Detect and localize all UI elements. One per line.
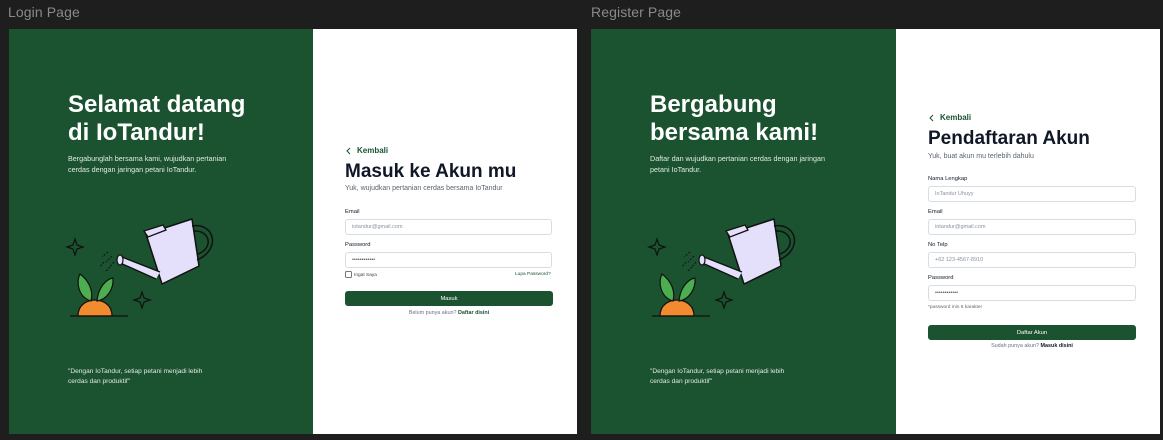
email-field[interactable]: iotandur@gmail.com: [345, 219, 552, 235]
remember-me-label: Ingat Saya: [354, 272, 377, 278]
name-label: Nama Lengkap: [928, 176, 968, 182]
phone-label: No Telp: [928, 242, 948, 248]
chevron-left-icon: [346, 147, 351, 154]
login-page-frame: Selamat datang di IoTandur! Bergabunglah…: [9, 29, 577, 434]
register-hero-title-line1: Bergabung: [650, 91, 777, 118]
password-label: Password: [345, 242, 371, 248]
register-hero-title: Bergabung bersama kami!: [650, 91, 818, 147]
login-hero-quote: "Dengan IoTandur, setiap petani menjadi …: [68, 368, 203, 385]
register-hero-quote: "Dengan IoTandur, setiap petani menjadi …: [650, 368, 785, 385]
login-form-subtitle: Yuk, wujudkan pertanian cerdas bersama I…: [345, 185, 503, 192]
login-link[interactable]: Masuk disini: [1041, 343, 1073, 349]
sparkle-icon: [647, 237, 667, 257]
login-frame-label: Login Page: [8, 4, 80, 20]
login-form-panel: Kembali Masuk ke Akun mu Yuk, wujudkan p…: [313, 29, 577, 434]
login-form-title: Masuk ke Akun mu: [345, 161, 517, 182]
remember-me-checkbox[interactable]: Ingat Saya: [345, 271, 377, 278]
email-label: Email: [345, 209, 360, 215]
password-field[interactable]: ••••••••••••: [345, 252, 552, 268]
checkbox-icon: [345, 271, 352, 278]
email-label: Email: [928, 209, 943, 215]
watering-can-icon: [647, 218, 796, 317]
password-field[interactable]: ••••••••••••: [928, 285, 1136, 301]
chevron-left-icon: [929, 114, 934, 121]
login-prompt: Sudah punya akun? Masuk disini: [928, 343, 1136, 349]
register-page-frame: Bergabung bersama kami! Daftar dan wujud…: [591, 29, 1160, 434]
register-link[interactable]: Daftar disini: [458, 310, 489, 316]
sprout-icon: [70, 273, 128, 317]
back-link[interactable]: Kembali: [928, 113, 971, 122]
forgot-password-link[interactable]: Lupa Password?: [515, 272, 551, 277]
sparkle-icon: [132, 290, 152, 310]
sparkle-icon: [65, 237, 85, 257]
login-hero-title-line2: di IoTandur!: [68, 119, 205, 146]
register-frame-label: Register Page: [591, 4, 682, 20]
login-hero-title: Selamat datang di IoTandur!: [68, 91, 245, 147]
login-hero-panel: Selamat datang di IoTandur! Bergabunglah…: [9, 29, 313, 434]
register-submit-button[interactable]: Daftar Akun: [928, 325, 1136, 340]
phone-field[interactable]: +62 123-4567-8910: [928, 252, 1136, 268]
back-link[interactable]: Kembali: [345, 146, 388, 155]
login-hero-subtitle: Bergabunglah bersama kami, wujudkan pert…: [68, 154, 227, 174]
register-hero-subtitle: Daftar dan wujudkan pertanian cerdas den…: [650, 154, 826, 174]
register-form-title: Pendaftaran Akun: [928, 128, 1090, 149]
login-submit-button[interactable]: Masuk: [345, 291, 553, 306]
login-prompt-text: Sudah punya akun?: [991, 343, 1040, 349]
back-link-label: Kembali: [357, 146, 389, 155]
register-hero-panel: Bergabung bersama kami! Daftar dan wujud…: [591, 29, 896, 434]
register-form-panel: Kembali Pendaftaran Akun Yuk, buat akun …: [896, 29, 1160, 434]
watering-can-icon: [65, 218, 214, 317]
name-field[interactable]: IoTandur Uhuyy: [928, 186, 1136, 202]
register-prompt: Belum punya akun? Daftar disini: [345, 310, 553, 316]
email-field[interactable]: iotandur@gmail.com: [928, 219, 1136, 235]
sparkle-icon: [714, 290, 734, 310]
password-label: Password: [928, 275, 954, 281]
login-hero-title-line1: Selamat datang: [68, 91, 246, 118]
password-hint: *password min 8 karakter: [928, 305, 983, 310]
back-link-label: Kembali: [940, 113, 972, 122]
register-form-subtitle: Yuk, buat akun mu terlebih dahulu: [928, 153, 1034, 160]
register-prompt-text: Belum punya akun?: [408, 310, 457, 316]
register-hero-title-line2: bersama kami!: [650, 119, 819, 146]
sprout-icon: [652, 273, 710, 317]
